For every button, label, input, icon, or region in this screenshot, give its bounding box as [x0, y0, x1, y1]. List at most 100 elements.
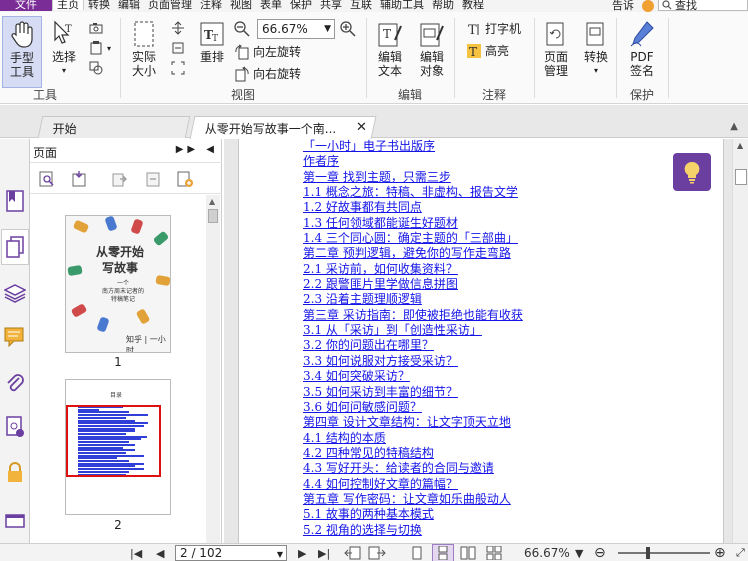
toc-link[interactable]: 3.3 如何说服对方接受采访？: [303, 354, 523, 369]
single-page-view-icon[interactable]: [410, 544, 424, 561]
page-number-input[interactable]: 2 / 102 ▼: [175, 545, 287, 561]
toc-link[interactable]: 第一章 找到主题，只需三步: [303, 170, 523, 185]
continuous-view-icon[interactable]: [432, 544, 454, 561]
toc-link[interactable]: 1.2 好故事都有共同点: [303, 200, 523, 215]
zoom-out-button[interactable]: [234, 21, 253, 37]
toc-link[interactable]: 3.6 如何问敏感问题？: [303, 400, 523, 415]
tips-bulb-button[interactable]: [673, 153, 711, 191]
thumbnail-scrollbar[interactable]: ▲: [206, 195, 220, 543]
rotate-left-button[interactable]: 向左旋转: [234, 43, 301, 60]
toc-link[interactable]: 「一小时」电子书出版序: [303, 139, 523, 154]
bookmark-icon[interactable]: [3, 189, 27, 213]
toc-link[interactable]: 4.4 如何控制好文章的篇幅？: [303, 477, 523, 492]
clipboard-button[interactable]: ▾: [88, 40, 111, 56]
reflow-button[interactable]: TT 重排: [194, 20, 230, 64]
expand-icon[interactable]: ⤢: [736, 544, 745, 561]
toc-link[interactable]: 4.3 写好开头：给读者的合同与邀请: [303, 461, 523, 476]
toc-link[interactable]: 5.1 故事的两种基本模式: [303, 507, 523, 522]
scroll-up-icon[interactable]: ▲: [737, 141, 743, 150]
rotate-right-button[interactable]: 向右旋转: [234, 65, 301, 82]
toc-link[interactable]: 1.1 概念之旅：特稿、非虚构、报告文学: [303, 185, 523, 200]
replace-page-icon[interactable]: [144, 170, 162, 188]
search-input[interactable]: 查找: [658, 0, 748, 12]
zoom-thumbnail-icon[interactable]: [38, 170, 56, 188]
collapse-panel-icon[interactable]: ◀: [206, 144, 218, 155]
pdf-sign-button[interactable]: PDF 签名: [624, 20, 660, 78]
scroll-up-icon[interactable]: ▲: [209, 197, 215, 206]
menu-item[interactable]: 注释: [196, 0, 226, 10]
toc-link[interactable]: 3.5 如何采访到丰富的细节？: [303, 385, 523, 400]
continuous-facing-view-icon[interactable]: [486, 544, 502, 561]
page-thumbnail-1[interactable]: 从零开始 写故事 一个 南方周末记者的 特稿笔记 知乎 | 一小时: [65, 215, 171, 353]
hand-tool-button[interactable]: 手型 工具: [2, 16, 42, 88]
toc-link[interactable]: 5.2 视角的选择与切换: [303, 523, 523, 538]
layers-icon[interactable]: [3, 281, 27, 305]
toc-link[interactable]: 3.4 如何突破采访？: [303, 369, 523, 384]
menu-item[interactable]: 教程: [458, 0, 488, 10]
zoom-in-icon[interactable]: ⊕: [714, 544, 726, 561]
form-fields-icon[interactable]: [3, 509, 27, 533]
first-page-icon[interactable]: |◀: [130, 544, 142, 561]
actual-size-button[interactable]: 实际 大小: [126, 20, 162, 78]
menu-item[interactable]: 帮助: [428, 0, 458, 10]
menu-item[interactable]: 表单: [256, 0, 286, 10]
toc-link[interactable]: 3.2 你的问题出在哪里？: [303, 338, 523, 353]
lightbulb-icon[interactable]: [642, 0, 654, 12]
previous-view-icon[interactable]: [344, 544, 362, 561]
fit-visible-button[interactable]: [170, 60, 189, 76]
toc-link[interactable]: 第三章 采访指南：即使被拒绝也能有收获: [303, 308, 523, 323]
toc-link[interactable]: 4.2 四种常见的特稿结构: [303, 446, 523, 461]
edit-object-button[interactable]: 编辑 对象: [412, 20, 452, 78]
tab-document[interactable]: 从零开始写故事一个南... ✕: [189, 116, 377, 139]
chevron-up-icon[interactable]: ▲: [730, 121, 738, 132]
menu-item[interactable]: 共享: [316, 0, 346, 10]
facing-view-icon[interactable]: [460, 544, 476, 561]
toc-link[interactable]: 第五章 写作密码：让文章如乐曲般动人: [303, 492, 523, 507]
expand-panel-icon[interactable]: ▶▶: [176, 144, 199, 155]
toc-link[interactable]: 1.4 三个同心圆：确定主题的「三部曲」: [303, 231, 523, 246]
convert-button[interactable]: 转换 ▾: [578, 20, 614, 78]
toc-link[interactable]: 2.2 跟警匪片里学做信息拼图: [303, 277, 523, 292]
zoom-in-button[interactable]: [340, 21, 359, 37]
typewriter-button[interactable]: T 打字机: [466, 20, 521, 37]
add-page-icon[interactable]: [176, 170, 194, 188]
toc-link[interactable]: 1.3 任何领域都能诞生好题材: [303, 216, 523, 231]
zoom-slider-track[interactable]: [618, 552, 710, 554]
toc-link[interactable]: 第二章 预判逻辑，避免你的写作走弯路: [303, 246, 523, 261]
highlight-button[interactable]: T 高亮: [466, 42, 509, 59]
visible-area-indicator[interactable]: [66, 405, 161, 477]
extract-page-icon[interactable]: [110, 170, 128, 188]
toc-link[interactable]: 3.1 从「采访」到「创造性采访」: [303, 323, 523, 338]
fit-width-button[interactable]: [170, 40, 189, 56]
toc-link[interactable]: 2.3 沿着主题理顺逻辑: [303, 292, 523, 307]
tell-me[interactable]: 告诉: [608, 0, 638, 12]
menu-item[interactable]: 页面管理: [144, 0, 196, 10]
zoom-out-icon[interactable]: ⊖: [594, 544, 606, 561]
menu-item[interactable]: 编辑: [114, 0, 144, 10]
snapshot-button[interactable]: [88, 20, 107, 36]
fit-page-button[interactable]: [170, 20, 189, 36]
previous-page-icon[interactable]: ◀: [156, 544, 164, 561]
next-page-icon[interactable]: ▶: [298, 544, 306, 561]
document-scrollbar[interactable]: ▲: [732, 139, 748, 543]
attachment-icon[interactable]: [3, 371, 27, 395]
tab-start[interactable]: 开始: [37, 116, 191, 138]
pages-thumbnail-icon[interactable]: [1, 229, 29, 265]
zoom-slider-handle[interactable]: [646, 547, 650, 559]
scrollbar-thumb[interactable]: [208, 209, 218, 223]
zoom-dropdown-icon[interactable]: ▼: [575, 544, 583, 561]
edit-text-button[interactable]: T 编辑 文本: [372, 20, 408, 78]
menu-item[interactable]: 视图: [226, 0, 256, 10]
shapes-button[interactable]: [88, 60, 107, 76]
menu-item[interactable]: 辅助工具: [376, 0, 428, 10]
select-tool-button[interactable]: T 选择 ▾: [46, 20, 82, 78]
menu-item[interactable]: 互联: [346, 0, 376, 10]
insert-page-icon[interactable]: [70, 170, 88, 188]
zoom-select[interactable]: 66.67% ▼: [257, 19, 335, 39]
comment-icon[interactable]: [3, 325, 27, 349]
menu-item[interactable]: 转换: [84, 0, 114, 10]
menu-item[interactable]: 主页: [52, 0, 84, 10]
close-icon[interactable]: ✕: [356, 120, 367, 135]
toc-link[interactable]: 4.1 结构的本质: [303, 431, 523, 446]
page-manage-button[interactable]: 页面 管理: [536, 20, 576, 78]
